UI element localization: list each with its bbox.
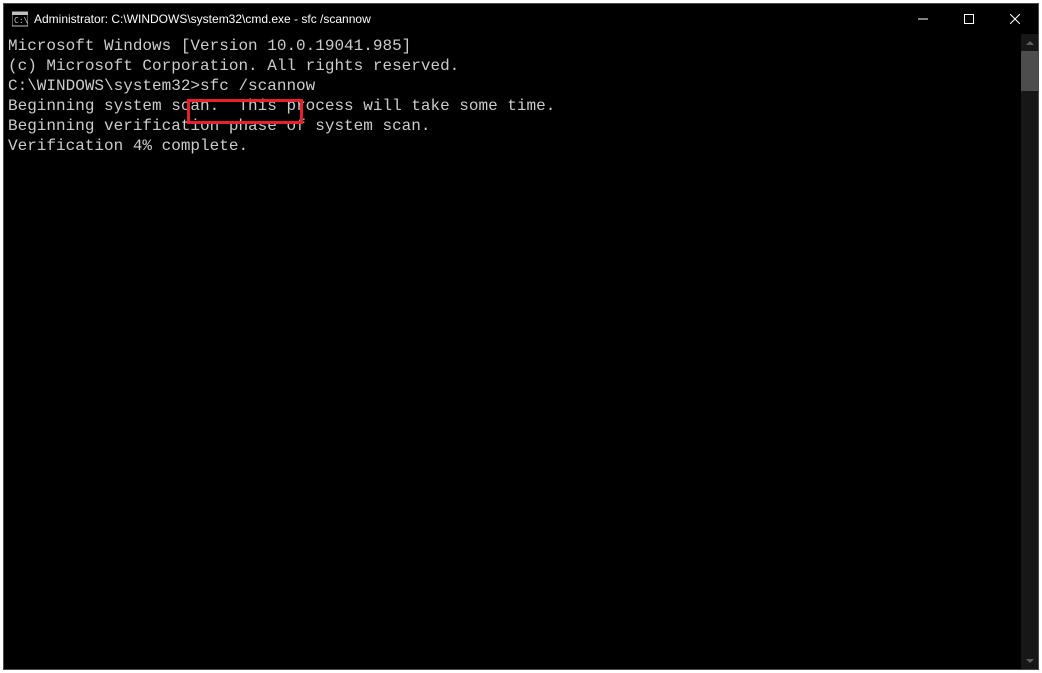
titlebar[interactable]: C:\ Administrator: C:\WINDOWS\system32\c… bbox=[4, 4, 1038, 34]
command-text: sfc /scannow bbox=[200, 77, 315, 95]
maximize-button[interactable] bbox=[946, 4, 992, 34]
cmd-icon: C:\ bbox=[12, 11, 28, 27]
output-line: Beginning verification phase of system s… bbox=[8, 116, 1017, 136]
window-title: Administrator: C:\WINDOWS\system32\cmd.e… bbox=[34, 12, 900, 26]
terminal-output[interactable]: Microsoft Windows [Version 10.0.19041.98… bbox=[4, 34, 1021, 669]
prompt: C:\WINDOWS\system32> bbox=[8, 77, 200, 95]
minimize-button[interactable] bbox=[900, 4, 946, 34]
output-line: Microsoft Windows [Version 10.0.19041.98… bbox=[8, 36, 1017, 56]
vertical-scrollbar[interactable] bbox=[1021, 34, 1038, 669]
scroll-track[interactable] bbox=[1021, 51, 1038, 652]
scroll-up-arrow-icon[interactable] bbox=[1021, 34, 1038, 51]
cmd-window: C:\ Administrator: C:\WINDOWS\system32\c… bbox=[3, 3, 1039, 670]
scroll-thumb[interactable] bbox=[1021, 51, 1038, 91]
output-line: Beginning system scan. This process will… bbox=[8, 96, 1017, 116]
output-line: Verification 4% complete. bbox=[8, 136, 1017, 156]
scroll-down-arrow-icon[interactable] bbox=[1021, 652, 1038, 669]
content-area: Microsoft Windows [Version 10.0.19041.98… bbox=[4, 34, 1038, 669]
close-button[interactable] bbox=[992, 4, 1038, 34]
svg-text:C:\: C:\ bbox=[14, 16, 28, 25]
output-line: (c) Microsoft Corporation. All rights re… bbox=[8, 56, 1017, 76]
window-controls bbox=[900, 4, 1038, 34]
prompt-line: C:\WINDOWS\system32>sfc /scannow bbox=[8, 76, 1017, 96]
